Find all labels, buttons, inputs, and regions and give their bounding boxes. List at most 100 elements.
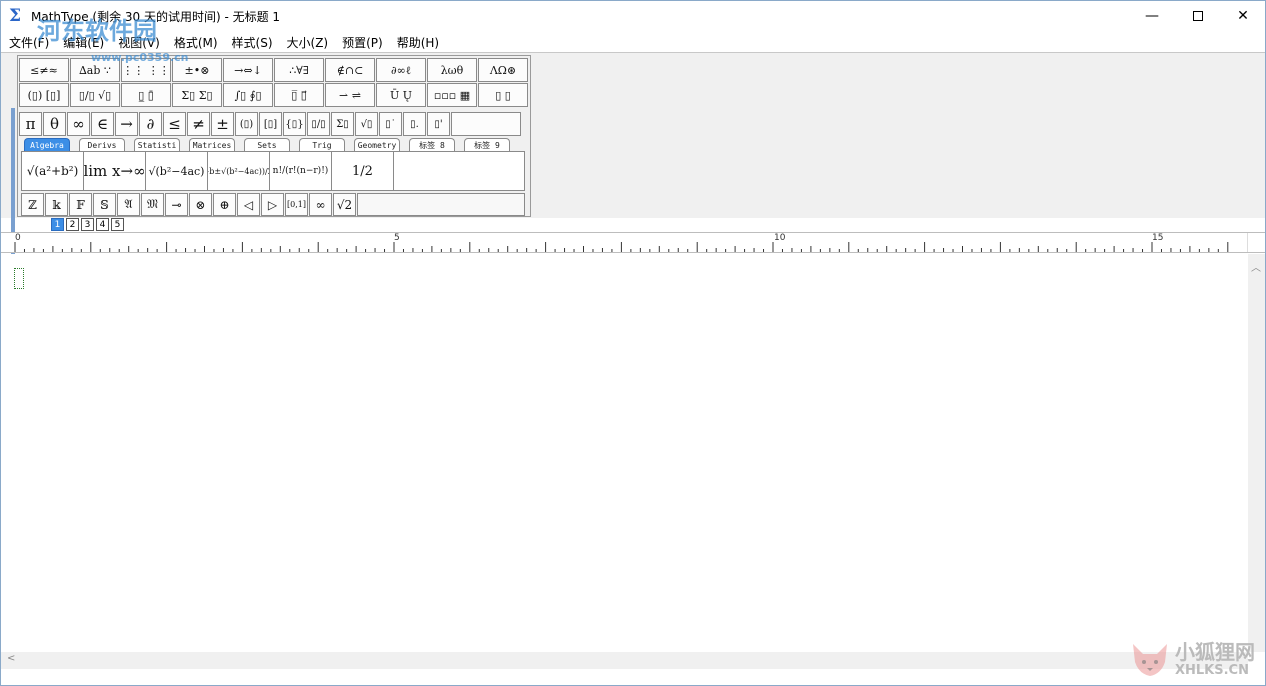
watermark-bottom-text: 小狐狸网 XHLKS.CN <box>1175 641 1255 678</box>
minimize-button[interactable]: — <box>1129 1 1175 31</box>
pi-symbol-button[interactable]: π <box>19 112 42 136</box>
discriminant-template[interactable]: √(b²−4ac) <box>146 152 208 190</box>
mathtype-window: Σ MathType (剩余 30 天的试用时间) - 无标题 1 — ✕ 文件… <box>0 0 1266 686</box>
greek-lower-palette-button[interactable]: λωθ <box>427 58 477 82</box>
fractions-palette-button[interactable]: ▯/▯ √▯ <box>70 83 120 107</box>
dot-accent-button[interactable]: ▯˙ <box>379 112 402 136</box>
scroll-left-icon[interactable]: < <box>7 653 15 664</box>
tab-sets[interactable]: Sets <box>244 138 290 151</box>
relations-palette-button[interactable]: ≤≠≈ <box>19 58 69 82</box>
menu-preferences[interactable]: 预置(P) <box>335 31 390 52</box>
quadratic-formula-template[interactable]: (−b±√(b²−4ac))/2a <box>208 152 270 190</box>
arrow-symbol-button[interactable]: → <box>115 112 138 136</box>
maximize-button[interactable] <box>1175 1 1221 31</box>
template-row: √(a²+b²) lim x→∞ √(b²−4ac) (−b±√(b²−4ac)… <box>21 151 525 191</box>
menu-style[interactable]: 样式(S) <box>225 31 280 52</box>
partial-symbol-button[interactable]: ∂ <box>139 112 162 136</box>
interval-symbol-button[interactable]: [0,1] <box>285 193 308 216</box>
pythagorean-template[interactable]: √(a²+b²) <box>22 152 84 190</box>
tab-label-9[interactable]: 标签 9 <box>464 138 510 151</box>
combination-template[interactable]: n!/(r!(n−r)!) <box>270 152 332 190</box>
size-button-1[interactable]: 1 <box>51 218 64 231</box>
otimes-symbol-button[interactable]: ⊗ <box>189 193 212 216</box>
ruler-corner <box>1247 233 1265 252</box>
vertical-scrollbar[interactable]: ︿ <box>1248 254 1265 652</box>
labeled-arrows-palette-button[interactable]: ⇀ ⇌ <box>325 83 375 107</box>
fraktur-m-symbol-button[interactable]: 𝔐 <box>141 193 164 216</box>
fox-logo-icon <box>1133 644 1167 676</box>
close-button[interactable]: ✕ <box>1220 1 1266 31</box>
menu-format[interactable]: 格式(M) <box>167 31 225 52</box>
tab-derivs[interactable]: Derivs <box>79 138 125 151</box>
tab-trig[interactable]: Trig <box>299 138 345 151</box>
ruler-label-15: 15 <box>1152 233 1164 243</box>
scripts-palette-button[interactable]: ▯̲ ▯̄ <box>121 83 171 107</box>
plus-minus-symbol-button[interactable]: ± <box>211 112 234 136</box>
watermark-bottom-url: XHLKS.CN <box>1175 662 1249 678</box>
size-button-5[interactable]: 5 <box>111 218 124 231</box>
summation-palette-button[interactable]: Σ▯ Σ▯ <box>172 83 222 107</box>
leq-symbol-button[interactable]: ≤ <box>163 112 186 136</box>
sigma-app-icon: Σ <box>9 6 22 26</box>
close-icon: ✕ <box>1237 8 1249 24</box>
s-symbol-button[interactable]: 𝕊 <box>93 193 116 216</box>
infinity-symbol-button[interactable]: ∞ <box>67 112 90 136</box>
arrows-palette-button[interactable]: →⇔↓ <box>223 58 273 82</box>
sqrt2-symbol-button[interactable]: √2 <box>333 193 356 216</box>
misc-palette-button[interactable]: ∂∞ℓ <box>376 58 426 82</box>
size-button-3[interactable]: 3 <box>81 218 94 231</box>
scroll-up-icon[interactable]: ︿ <box>1251 259 1261 274</box>
fraktur-a-symbol-button[interactable]: 𝔄 <box>117 193 140 216</box>
watermark-top-name: 河东软件园 <box>37 17 157 45</box>
watermark-top: 河东软件园 <box>37 11 157 46</box>
sets-palette-button[interactable]: ∉∩⊂ <box>325 58 375 82</box>
limit-template[interactable]: lim x→∞ <box>84 152 146 190</box>
oplus-symbol-button[interactable]: ⊕ <box>213 193 236 216</box>
equation-editor[interactable]: ︿ < <box>1 254 1265 685</box>
bottom-row-empty-slot <box>357 193 525 216</box>
horizontal-scrollbar[interactable]: < <box>1 652 1248 669</box>
products-palette-button[interactable]: Ū Ų <box>376 83 426 107</box>
menu-size[interactable]: 大小(Z) <box>280 31 336 52</box>
sum-template-button[interactable]: Σ▯ <box>331 112 354 136</box>
boxes-palette-button[interactable]: ▯ ▯ <box>478 83 528 107</box>
braces-template-button[interactable]: {▯} <box>283 112 306 136</box>
fences-palette-button[interactable]: (▯) [▯] <box>19 83 69 107</box>
tab-geometry[interactable]: Geometry <box>354 138 400 151</box>
subscript-template-button[interactable]: ▯. <box>403 112 426 136</box>
integrals-palette-button[interactable]: ∫▯ ∮▯ <box>223 83 273 107</box>
greek-upper-palette-button[interactable]: ΛΩ⊛ <box>478 58 528 82</box>
parens-template-button[interactable]: (▯) <box>235 112 258 136</box>
k-symbol-button[interactable]: 𝕜 <box>45 193 68 216</box>
one-half-template[interactable]: 1/2 <box>332 152 394 190</box>
multimap-symbol-button[interactable]: ⊸ <box>165 193 188 216</box>
tab-algebra[interactable]: Algebra <box>24 138 70 151</box>
menu-help[interactable]: 帮助(H) <box>390 31 446 52</box>
neq-symbol-button[interactable]: ≠ <box>187 112 210 136</box>
mathtype-toolbar: ≤≠≈ ∆ab ∵ ⋮⋮ ⋮⋮ ±•⊗ →⇔↓ ∴∀∃ ∉∩⊂ ∂∞ℓ λωθ … <box>17 55 531 217</box>
logic-palette-button[interactable]: ∴∀∃ <box>274 58 324 82</box>
brackets-template-button[interactable]: [▯] <box>259 112 282 136</box>
infinity-bottom-symbol-button[interactable]: ∞ <box>309 193 332 216</box>
size-button-4[interactable]: 4 <box>96 218 109 231</box>
toolbar-area: ≤≠≈ ∆ab ∵ ⋮⋮ ⋮⋮ ±•⊗ →⇔↓ ∴∀∃ ∉∩⊂ ∂∞ℓ λωθ … <box>1 52 1265 268</box>
element-of-symbol-button[interactable]: ∈ <box>91 112 114 136</box>
matrices-palette-button[interactable]: ▫▫▫ ▦ <box>427 83 477 107</box>
sqrt-template-button[interactable]: √▯ <box>355 112 378 136</box>
input-slot-caret[interactable] <box>14 268 24 289</box>
tab-label-8[interactable]: 标签 8 <box>409 138 455 151</box>
field-symbol-button[interactable]: 𝔽 <box>69 193 92 216</box>
integers-symbol-button[interactable]: ℤ <box>21 193 44 216</box>
tab-statistics[interactable]: Statisti <box>134 138 180 151</box>
right-triangle-symbol-button[interactable]: ▷ <box>261 193 284 216</box>
maximize-icon <box>1193 11 1203 21</box>
ruler[interactable]: 0 5 10 15 <box>1 232 1265 253</box>
size-button-2[interactable]: 2 <box>66 218 79 231</box>
theta-symbol-button[interactable]: θ <box>43 112 66 136</box>
fraction-template-button[interactable]: ▯/▯ <box>307 112 330 136</box>
prime-template-button[interactable]: ▯' <box>427 112 450 136</box>
symbol-bar: π θ ∞ ∈ → ∂ ≤ ≠ ± (▯) [▯] {▯} ▯/▯ Σ▯ √▯ … <box>19 112 522 136</box>
left-triangle-symbol-button[interactable]: ◁ <box>237 193 260 216</box>
tab-matrices[interactable]: Matrices <box>189 138 235 151</box>
bars-palette-button[interactable]: ▯̅ ▯⃗ <box>274 83 324 107</box>
